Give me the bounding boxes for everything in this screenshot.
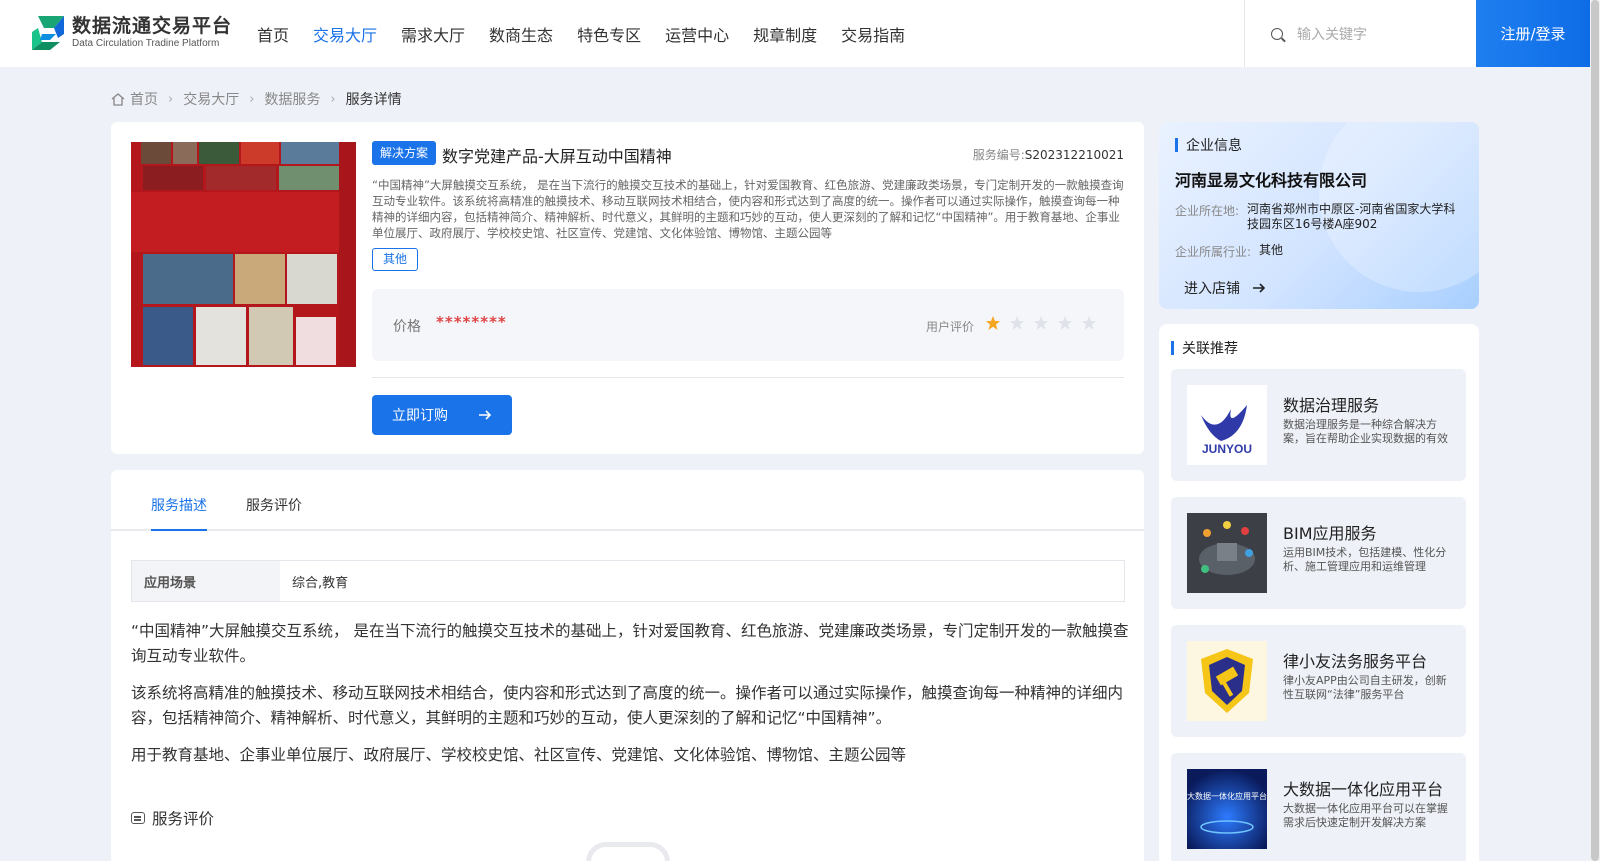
enter-shop-label: 进入店铺 — [1184, 281, 1240, 297]
top-header: 数据流通交易平台 Data Circulation Tradine Platfo… — [0, 0, 1590, 67]
platform-logo[interactable]: 数据流通交易平台 Data Circulation Tradine Platfo… — [30, 14, 232, 52]
nav-trading-hall[interactable]: 交易大厅 — [313, 22, 377, 46]
breadcrumb-data-service[interactable]: 数据服务 — [264, 89, 320, 109]
recommend-thumb — [1187, 513, 1267, 593]
company-location-label: 企业所在地: — [1175, 204, 1240, 218]
scene-value: 综合,教育 — [292, 575, 349, 591]
search-icon[interactable] — [1271, 27, 1283, 40]
company-location: 河南省郑州市中原区-河南省国家大学科技园东区16号楼A座902 — [1247, 202, 1456, 231]
price-box: 价格 ******** 用户评价 — [372, 289, 1124, 361]
nav-trading-guide[interactable]: 交易指南 — [841, 22, 905, 46]
breadcrumb-home[interactable]: 首页 — [130, 89, 158, 109]
tab-service-description[interactable]: 服务描述 — [151, 495, 207, 515]
scene-key: 应用场景 — [132, 561, 280, 601]
star-icon[interactable] — [1033, 315, 1049, 331]
recommend-item[interactable]: 律小友法务服务平台 律小友APP由公司自主研发，创新性互联网“法律”服务平台 — [1171, 625, 1466, 737]
service-number-label: 服务编号: — [972, 148, 1025, 162]
scrollbar-thumb[interactable] — [1591, 0, 1599, 861]
buy-now-button[interactable]: 立即订购 — [372, 395, 512, 435]
star-icon[interactable] — [1057, 315, 1073, 331]
chevron-right-icon: › — [330, 91, 336, 107]
product-title: 数字党建产品-大屏互动中国精神 — [442, 147, 672, 166]
recommend-title: BIM应用服务 — [1283, 524, 1377, 543]
recommend-thumb-label: 大数据一体化应用平台 — [1187, 791, 1267, 801]
recommend-thumb-label: JUNYOU — [1202, 442, 1252, 456]
company-industry-row: 企业所属行业: 其他 — [1175, 243, 1283, 260]
scene-table: 应用场景 综合,教育 — [131, 560, 1125, 602]
nav-regulations[interactable]: 规章制度 — [753, 22, 817, 46]
login-register-button[interactable]: 注册/登录 — [1476, 0, 1590, 67]
price-label: 价格 — [393, 319, 421, 335]
detail-paragraph: 该系统将高精准的触摸技术、移动互联网技术相结合，使内容和形式达到了高度的统一。操… — [131, 684, 1124, 727]
star-icon[interactable] — [1081, 315, 1097, 331]
recommend-thumb: 大数据一体化应用平台 — [1187, 769, 1267, 849]
company-name: 河南显易文化科技有限公司 — [1175, 171, 1368, 190]
price-value: ******** — [436, 313, 507, 331]
empty-review-icon — [586, 842, 670, 861]
detail-tabs: 服务描述 服务评价 — [111, 470, 1144, 531]
company-info-card: 企业信息 河南显易文化科技有限公司 企业所在地: 河南省郑州市中原区-河南省国家… — [1159, 122, 1479, 309]
logo-subtitle: Data Circulation Tradine Platform — [72, 38, 220, 49]
service-number-value: S202312210021 — [1024, 148, 1124, 162]
company-industry: 其他 — [1259, 243, 1284, 257]
recommend-thumb — [1187, 641, 1267, 721]
recommend-title: 律小友法务服务平台 — [1283, 652, 1428, 671]
breadcrumb: 首页 › 交易大厅 › 数据服务 › 服务详情 — [111, 89, 402, 109]
product-card: 解决方案 数字党建产品-大屏互动中国精神 服务编号:S202312210021 … — [111, 122, 1144, 454]
nav-demand-hall[interactable]: 需求大厅 — [401, 22, 465, 46]
search-box — [1244, 0, 1476, 67]
recommend-desc: 运用BIM技术，包括建模、性化分析、施工管理应用和运维管理 — [1283, 546, 1447, 573]
buy-now-label: 立即订购 — [392, 408, 448, 424]
recommend-section-title: 关联推荐 — [1171, 338, 1238, 358]
category-tag[interactable]: 其他 — [372, 248, 419, 271]
service-detail-card: 服务描述 服务评价 应用场景 综合,教育 “中国精神”大屏触摸交互系统， 是在当… — [111, 470, 1144, 861]
recommend-thumb: JUNYOU — [1187, 385, 1267, 465]
main-nav: 首页 交易大厅 需求大厅 数商生态 特色专区 运营中心 规章制度 交易指南 — [257, 0, 929, 67]
nav-home[interactable]: 首页 — [257, 22, 289, 46]
review-heading-label: 服务评价 — [152, 810, 215, 828]
home-icon — [111, 92, 125, 106]
rating-label: 用户评价 — [926, 320, 975, 334]
breadcrumb-current: 服务详情 — [345, 92, 402, 108]
solution-tag: 解决方案 — [372, 141, 437, 165]
logo-title: 数据流通交易平台 — [72, 15, 233, 37]
active-tab-indicator — [151, 529, 207, 531]
product-image — [131, 142, 356, 367]
product-description: “中国精神”大屏触摸交互系统， 是在当下流行的触摸交互技术的基础上，针对爱国教育… — [372, 178, 1124, 240]
company-section-title: 企业信息 — [1175, 135, 1242, 155]
recommend-desc: 律小友APP由公司自主研发，创新性互联网“法律”服务平台 — [1283, 674, 1447, 701]
chevron-right-icon: › — [168, 91, 174, 107]
chat-icon — [131, 812, 145, 824]
nav-ecosystem[interactable]: 数商生态 — [489, 22, 553, 46]
arrow-right-icon — [478, 408, 492, 422]
enter-shop-link[interactable]: 进入店铺 — [1184, 278, 1266, 298]
tab-service-review[interactable]: 服务评价 — [246, 495, 302, 515]
service-number: 服务编号:S202312210021 — [973, 146, 1124, 163]
detail-paragraph: 用于教育基地、企事业单位展厅、政府展厅、学校校史馆、社区宣传、党建馆、文化体验馆… — [131, 746, 907, 764]
breadcrumb-trading-hall[interactable]: 交易大厅 — [183, 89, 239, 109]
recommend-title: 大数据一体化应用平台 — [1283, 780, 1444, 799]
nav-featured-zone[interactable]: 特色专区 — [577, 22, 641, 46]
recommend-item[interactable]: JUNYOU 数据治理服务 数据治理服务是一种综合解决方案，旨在帮助企业实现数据… — [1171, 369, 1466, 481]
nav-operation-center[interactable]: 运营中心 — [665, 22, 729, 46]
company-industry-label: 企业所属行业: — [1175, 245, 1252, 259]
divider — [372, 377, 1124, 378]
detail-paragraph: “中国精神”大屏触摸交互系统， 是在当下流行的触摸交互技术的基础上，针对爱国教育… — [131, 622, 1129, 665]
rating-stars — [985, 315, 1105, 331]
recommend-item[interactable]: BIM应用服务 运用BIM技术，包括建模、性化分析、施工管理应用和运维管理 — [1171, 497, 1466, 609]
review-heading: 服务评价 — [131, 807, 214, 829]
search-input[interactable] — [1297, 25, 1457, 42]
chevron-right-icon: › — [249, 91, 255, 107]
star-icon[interactable] — [985, 315, 1001, 331]
page-scrollbar[interactable] — [1590, 0, 1600, 861]
recommend-desc: 大数据一体化应用平台可以在掌握需求后快速定制开发解决方案 — [1283, 802, 1448, 829]
arrow-right-icon — [1252, 281, 1266, 295]
recommend-desc: 数据治理服务是一种综合解决方案，旨在帮助企业实现数据的有效管理 — [1283, 418, 1448, 445]
recommend-item[interactable]: 大数据一体化应用平台 大数据一体化应用平台 大数据一体化应用平台可以在掌握需求后… — [1171, 753, 1466, 861]
logo-icon — [30, 14, 66, 52]
star-icon[interactable] — [1009, 315, 1025, 331]
company-location-row: 企业所在地: 河南省郑州市中原区-河南省国家大学科技园东区16号楼A座902 — [1175, 202, 1459, 232]
recommend-card: 关联推荐 JUNYOU 数据治理服务 数据治理服务是一种综合解决方案，旨在帮助企… — [1159, 324, 1479, 861]
recommend-title: 数据治理服务 — [1283, 396, 1380, 415]
